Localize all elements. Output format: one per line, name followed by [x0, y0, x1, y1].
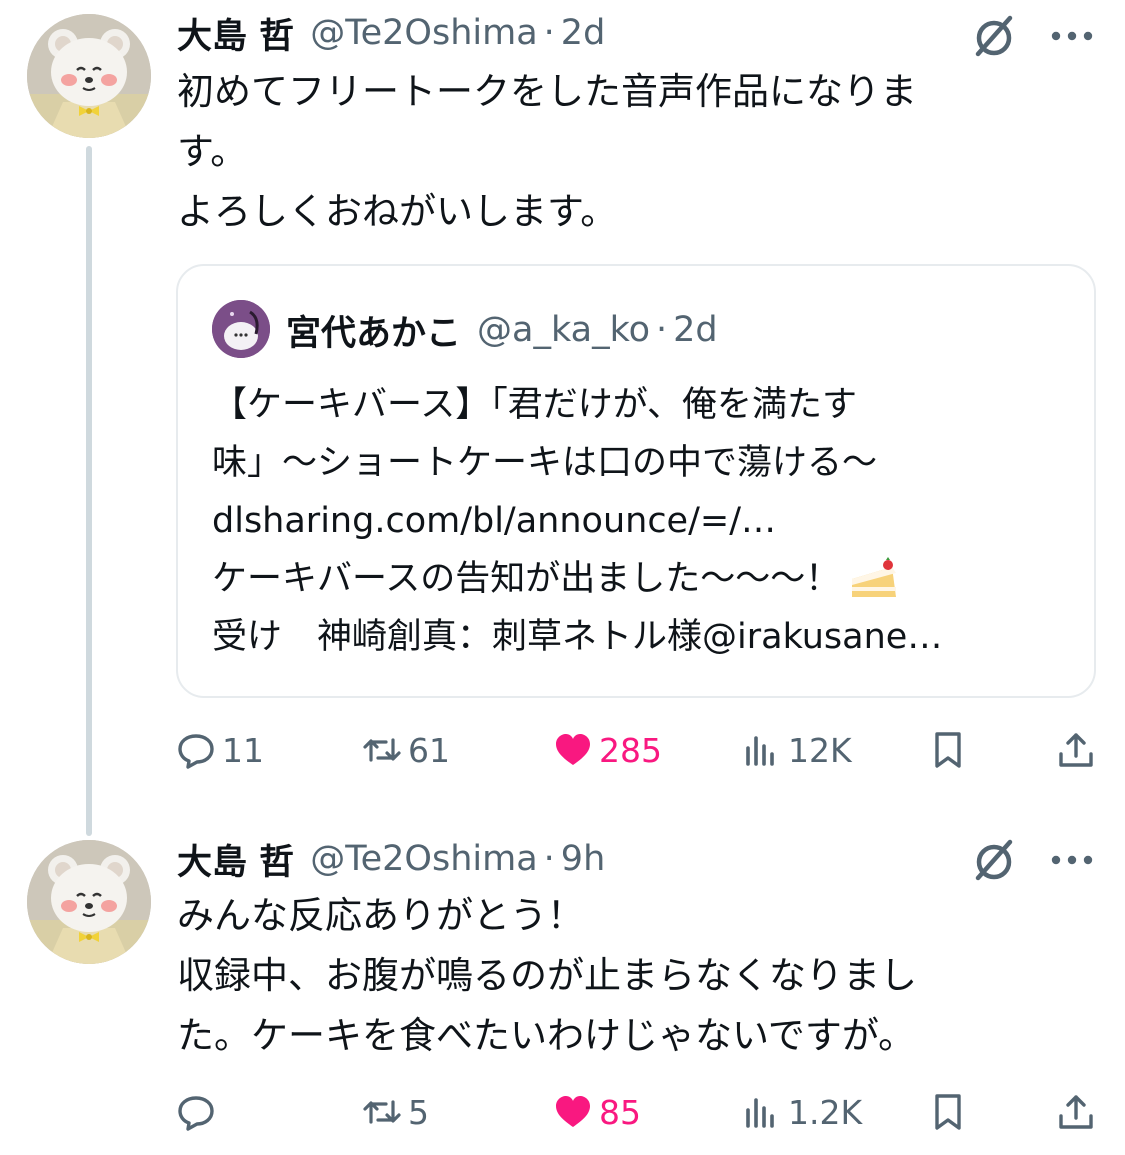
tweet-text: 初めてフリートークをした音声作品になりま す。 よろしくおねがいします。: [177, 62, 1057, 242]
bear-avatar-image: [27, 840, 151, 964]
avatar[interactable]: [27, 14, 151, 138]
view-count: 12K: [788, 730, 852, 770]
bear-avatar-image: [27, 14, 151, 138]
share-icon: [1059, 733, 1093, 767]
retweet-icon: [363, 1100, 401, 1124]
bookmark-icon: [935, 732, 961, 768]
views-button[interactable]: 1.2K: [742, 1082, 862, 1142]
reply-count: 11: [222, 730, 264, 770]
quoted-text-line: 受け 神崎創真：刺草ネトル様@irakusane…: [212, 617, 943, 657]
more-icon[interactable]: [1050, 30, 1094, 42]
tweet-text-line: 収録中、お腹が鳴るのが止まらなくなりまし: [177, 954, 917, 997]
cake-icon: [852, 557, 897, 597]
like-button[interactable]: 285: [553, 720, 662, 780]
reply-icon: [178, 1096, 214, 1131]
separator-dot: ·: [543, 839, 555, 879]
quoted-avatar[interactable]: [212, 300, 270, 358]
bookmark-icon: [935, 1094, 961, 1130]
action-bar: 5 85 1.2K: [0, 1082, 1125, 1142]
quoted-timestamp[interactable]: 2d: [673, 310, 718, 350]
avatar[interactable]: [27, 840, 151, 964]
quoted-text-line: ケーキバースの告知が出ました～～～！: [212, 550, 1072, 608]
quoted-link[interactable]: dlsharing.com/bl/announce/=/…: [212, 492, 1072, 550]
like-button[interactable]: 85: [553, 1082, 641, 1142]
tweet-text: みんな反応ありがとう！ 収録中、お腹が鳴るのが止まらなくなりまし た。ケーキを食…: [177, 886, 1057, 1066]
tweet-text-line: 初めてフリートークをした音声作品になりま: [177, 70, 917, 113]
views-button[interactable]: 12K: [742, 720, 852, 780]
tweet[interactable]: 大島 哲 @Te2Oshima · 2d 初めてフリートークをした音声作品になり…: [0, 0, 1125, 836]
quoted-user-handle[interactable]: @a_ka_ko: [477, 310, 650, 350]
grok-icon[interactable]: [970, 12, 1018, 60]
user-handle[interactable]: @Te2Oshima: [310, 13, 537, 53]
share-icon: [1059, 1095, 1093, 1129]
tweet-text-line: す。: [177, 130, 248, 173]
retweet-count: 5: [408, 1092, 429, 1132]
grok-icon[interactable]: [970, 836, 1018, 884]
retweet-button[interactable]: 5: [362, 1082, 429, 1142]
quoted-text-line: 【ケーキバース】「君だけが、俺を満たす: [212, 385, 858, 425]
quoted-avatar-image: [212, 300, 270, 358]
retweet-count: 61: [408, 730, 450, 770]
like-count: 285: [599, 730, 662, 770]
retweet-button[interactable]: 61: [362, 720, 450, 780]
timestamp[interactable]: 9h: [561, 839, 605, 879]
views-icon: [746, 1098, 774, 1128]
tweet-text-line: た。ケーキを食べたいわけじゃないですが。: [177, 1014, 916, 1057]
quoted-display-name[interactable]: 宮代あかこ: [286, 305, 461, 356]
bookmark-button[interactable]: [928, 1082, 968, 1142]
display-name[interactable]: 大島 哲: [177, 8, 294, 59]
more-icon[interactable]: [1050, 854, 1094, 866]
separator-dot: ·: [543, 13, 555, 53]
reply-icon: [178, 734, 214, 769]
tweet-header: 大島 哲 @Te2Oshima · 9h: [177, 834, 605, 885]
view-count: 1.2K: [788, 1092, 863, 1132]
quoted-tweet[interactable]: 宮代あかこ @a_ka_ko · 2d 【ケーキバース】「君だけが、俺を満たす …: [176, 264, 1096, 698]
quoted-text: 【ケーキバース】「君だけが、俺を満たす 味」～ショートケーキは口の中で蕩ける～ …: [212, 376, 1072, 666]
views-icon: [746, 736, 774, 766]
share-button[interactable]: [1056, 1082, 1096, 1142]
heart-icon: [556, 1096, 590, 1127]
quoted-header: 宮代あかこ @a_ka_ko · 2d: [286, 306, 718, 354]
separator-dot: ·: [656, 310, 668, 350]
user-handle[interactable]: @Te2Oshima: [310, 839, 537, 879]
tweet-header: 大島 哲 @Te2Oshima · 2d: [177, 8, 606, 59]
reply-button[interactable]: [176, 1082, 222, 1142]
reply-button[interactable]: 11: [176, 720, 264, 780]
retweet-icon: [363, 738, 401, 762]
tweet-text-line: みんな反応ありがとう！: [177, 894, 584, 937]
tweet-text-line: よろしくおねがいします。: [177, 190, 618, 233]
quoted-text-span: ケーキバースの告知が出ました～～～！: [212, 559, 841, 599]
action-bar: 11 61 285 12K: [0, 720, 1125, 780]
display-name[interactable]: 大島 哲: [177, 834, 294, 885]
like-count: 85: [599, 1092, 641, 1132]
bookmark-button[interactable]: [928, 720, 968, 780]
share-button[interactable]: [1056, 720, 1096, 780]
tweet[interactable]: 大島 哲 @Te2Oshima · 9h みんな反応ありがとう！ 収録中、お腹が…: [0, 820, 1125, 1155]
timestamp[interactable]: 2d: [561, 13, 606, 53]
quoted-text-line: 味」～ショートケーキは口の中で蕩ける～: [212, 443, 878, 483]
heart-icon: [556, 734, 590, 765]
